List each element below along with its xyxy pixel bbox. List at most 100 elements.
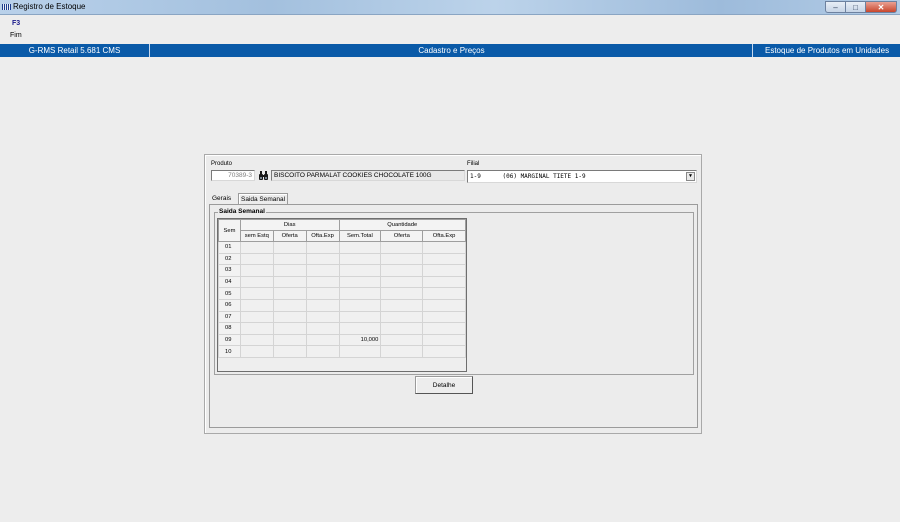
table-cell[interactable] [305, 310, 340, 324]
table-cell[interactable] [380, 298, 424, 312]
chevron-down-icon[interactable]: ▼ [686, 172, 695, 181]
window-controls: – □ ✕ [825, 1, 897, 13]
row-week: 07 [218, 310, 241, 324]
group-title: Saida Semanal [218, 208, 266, 215]
table-cell[interactable] [422, 275, 466, 289]
table-cell[interactable] [272, 275, 307, 289]
table-row[interactable]: 09 10,000 [218, 333, 466, 347]
table-row[interactable]: 01 [218, 241, 466, 254]
table-cell[interactable] [305, 252, 340, 266]
column-header-sem: Sem [218, 219, 241, 242]
table-cell[interactable] [380, 252, 424, 266]
table-row[interactable]: 06 [218, 298, 466, 312]
function-key-label: Fim [10, 32, 22, 39]
table-cell[interactable] [239, 333, 274, 347]
table-row[interactable]: 02 [218, 252, 466, 266]
table-row[interactable]: 10 [218, 345, 466, 358]
weekly-grid[interactable]: Sem Dias Quantidade sem Estq Oferta Ofta… [217, 218, 467, 372]
table-cell[interactable] [338, 275, 382, 289]
table-cell[interactable] [338, 298, 382, 312]
table-cell[interactable] [272, 241, 307, 254]
table-cell[interactable] [422, 298, 466, 312]
table-cell[interactable] [272, 287, 307, 300]
table-cell[interactable] [422, 241, 466, 254]
table-row[interactable]: 07 [218, 310, 466, 324]
produto-description-field: BISCOITO PARMALAT COOKIES CHOCOLATE 100G [271, 170, 465, 181]
filial-select[interactable]: 1-9 (06) MARGINAL TIETE 1-9 ▼ [467, 170, 697, 183]
table-cell[interactable] [239, 298, 274, 312]
table-cell[interactable] [239, 241, 274, 254]
table-cell[interactable] [272, 333, 307, 347]
table-cell[interactable] [338, 241, 382, 254]
table-cell[interactable] [338, 287, 382, 300]
status-section: Cadastro e Preços [151, 44, 753, 57]
table-cell[interactable] [239, 252, 274, 266]
table-cell[interactable] [305, 264, 340, 277]
minimize-icon[interactable]: – [825, 1, 845, 13]
table-row[interactable]: 05 [218, 287, 466, 300]
tab-gerais[interactable]: Gerais [210, 193, 233, 204]
table-cell[interactable] [272, 345, 307, 358]
window-title: Registro de Estoque [13, 2, 86, 11]
table-cell[interactable] [338, 310, 382, 324]
table-cell[interactable] [380, 275, 424, 289]
table-cell[interactable] [305, 322, 340, 335]
table-cell[interactable] [272, 298, 307, 312]
close-icon[interactable]: ✕ [865, 1, 897, 13]
table-cell[interactable] [272, 322, 307, 335]
table-row[interactable]: 04 [218, 275, 466, 289]
table-cell[interactable] [380, 241, 424, 254]
table-cell[interactable] [422, 333, 466, 347]
table-cell[interactable] [338, 264, 382, 277]
table-cell[interactable] [305, 345, 340, 358]
table-cell[interactable] [380, 333, 424, 347]
table-cell[interactable] [239, 287, 274, 300]
maximize-icon[interactable]: □ [845, 1, 865, 13]
table-cell[interactable] [305, 275, 340, 289]
saida-semanal-group: Saida Semanal Sem Dias Quantidade sem Es… [214, 208, 694, 375]
table-cell[interactable] [239, 264, 274, 277]
column-group-dias: Dias [239, 219, 340, 231]
table-cell[interactable] [272, 252, 307, 266]
table-row[interactable]: 08 [218, 322, 466, 335]
table-cell[interactable] [272, 264, 307, 277]
produto-code-field[interactable]: 70389-3 [211, 170, 255, 181]
table-cell[interactable] [422, 322, 466, 335]
row-week: 10 [218, 345, 241, 358]
binoculars-search-icon[interactable] [258, 170, 269, 181]
table-cell[interactable] [305, 298, 340, 312]
status-module: Estoque de Produtos em Unidades [765, 46, 890, 55]
table-cell[interactable] [272, 310, 307, 324]
table-cell[interactable] [422, 252, 466, 266]
table-cell[interactable] [338, 252, 382, 266]
column-header: sem Estq [239, 230, 274, 242]
detalhe-button[interactable]: Detalhe [415, 376, 473, 394]
table-cell[interactable] [380, 264, 424, 277]
table-cell[interactable] [305, 241, 340, 254]
window-title-bar[interactable]: Registro de Estoque – □ ✕ [0, 0, 900, 15]
status-app-name: G-RMS Retail 5.681 CMS [0, 44, 150, 57]
table-cell[interactable] [338, 322, 382, 335]
table-cell[interactable] [422, 287, 466, 300]
table-cell[interactable] [338, 345, 382, 358]
row-week: 05 [218, 287, 241, 300]
table-row[interactable]: 03 [218, 264, 466, 277]
table-cell[interactable] [305, 333, 340, 347]
table-cell[interactable] [380, 310, 424, 324]
app-icon [2, 4, 11, 10]
table-cell[interactable] [239, 275, 274, 289]
tab-saida-semanal[interactable]: Saida Semanal [238, 193, 289, 204]
filial-selected-value: 1-9 (06) MARGINAL TIETE 1-9 [470, 173, 586, 180]
table-cell[interactable] [422, 345, 466, 358]
table-cell[interactable] [422, 264, 466, 277]
table-cell[interactable] [422, 310, 466, 324]
table-cell[interactable] [380, 322, 424, 335]
table-cell[interactable]: 10,000 [338, 333, 382, 347]
table-cell[interactable] [380, 287, 424, 300]
table-cell[interactable] [305, 287, 340, 300]
table-cell[interactable] [239, 322, 274, 335]
table-cell[interactable] [380, 345, 424, 358]
table-cell[interactable] [239, 345, 274, 358]
row-week: 08 [218, 322, 241, 335]
table-cell[interactable] [239, 310, 274, 324]
